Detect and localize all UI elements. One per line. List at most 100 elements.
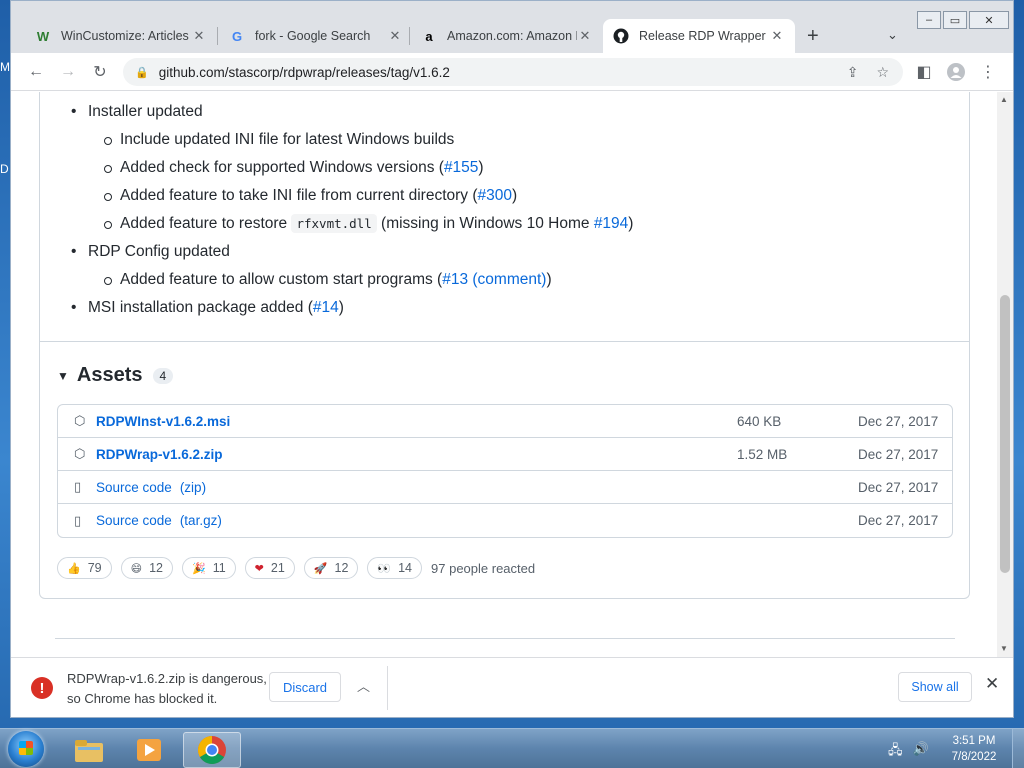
page-scrollbar[interactable]: ▲ ▼ xyxy=(997,92,1013,657)
volume-icon[interactable]: 🔊 xyxy=(913,741,929,763)
network-icon[interactable]: 🖧 xyxy=(888,741,903,763)
chevron-up-icon[interactable]: ︿ xyxy=(357,676,370,695)
section-divider xyxy=(55,638,955,639)
forward-arrow-icon[interactable]: → xyxy=(57,61,79,83)
tab-rdp-wrapper[interactable]: Release RDP Wrapper Li ✕ xyxy=(603,19,795,53)
close-tab-icon[interactable]: ✕ xyxy=(191,28,207,44)
asset-size: 640 KB xyxy=(737,413,782,429)
profile-avatar-icon[interactable] xyxy=(945,61,967,83)
tab-title: Release RDP Wrapper Li xyxy=(639,29,769,43)
share-icon[interactable]: ⇪ xyxy=(847,64,859,81)
asset-link[interactable]: Source code xyxy=(96,513,172,528)
discard-button[interactable]: Discard xyxy=(269,672,341,702)
asset-row: ⬡ RDPWrap-v1.6.2.zip 1.52 MB Dec 27, 201… xyxy=(58,438,952,471)
comment-link[interactable]: (comment) xyxy=(472,271,546,288)
laugh-icon: 😄 xyxy=(130,562,143,575)
close-download-bar-icon[interactable]: ✕ xyxy=(985,674,999,694)
reactions-summary: 97 people reacted xyxy=(431,560,536,576)
system-tray: 🖧 🔊 xyxy=(888,741,929,763)
close-tab-icon[interactable]: ✕ xyxy=(769,28,785,44)
desktop-icon-label[interactable]: M xyxy=(0,60,10,74)
asset-date: Dec 27, 2017 xyxy=(858,446,939,462)
address-url[interactable]: github.com/stascorp/rdpwrap/releases/tag… xyxy=(159,65,450,80)
reload-icon[interactable]: ↻ xyxy=(89,61,111,83)
address-bar[interactable]: 🔒 github.com/stascorp/rdpwrap/releases/t… xyxy=(123,58,903,86)
back-arrow-icon[interactable]: ← xyxy=(25,61,47,83)
scroll-up-arrow-icon[interactable]: ▲ xyxy=(1000,95,1008,104)
scroll-down-arrow-icon[interactable]: ▼ xyxy=(1000,644,1008,653)
close-tab-icon[interactable]: ✕ xyxy=(577,28,593,44)
asset-date: Dec 27, 2017 xyxy=(858,413,939,429)
tab-google-search[interactable]: G fork - Google Search ✕ xyxy=(219,19,413,53)
taskbar-media-player[interactable] xyxy=(120,732,178,768)
scrollbar-thumb[interactable] xyxy=(1000,295,1010,573)
taskbar-explorer[interactable] xyxy=(60,732,118,768)
reaction-rocket[interactable]: 🚀 12 xyxy=(303,557,359,579)
minimize-button[interactable]: – xyxy=(917,11,941,29)
issue-link[interactable]: #194 xyxy=(594,215,628,232)
bookmark-star-icon[interactable]: ☆ xyxy=(876,64,889,81)
new-tab-button[interactable]: + xyxy=(807,25,819,48)
windows-taskbar: 🖧 🔊 3:51 PM 7/8/2022 xyxy=(0,728,1024,768)
amazon-favicon-icon: a xyxy=(425,28,433,44)
asset-row: ⬡ RDPWInst-v1.6.2.msi 640 KB Dec 27, 201… xyxy=(58,405,952,438)
list-item: Added feature to restore rfxvmt.dll (mis… xyxy=(59,210,633,238)
issue-link[interactable]: #155 xyxy=(444,159,478,176)
google-favicon-icon: G xyxy=(231,28,243,44)
issue-link[interactable]: #300 xyxy=(478,187,512,204)
asset-format-link[interactable]: (tar.gz) xyxy=(180,513,222,528)
maximize-button[interactable]: ▭ xyxy=(943,11,967,29)
show-desktop-button[interactable] xyxy=(1012,729,1024,768)
asset-date: Dec 27, 2017 xyxy=(858,513,939,528)
asset-format-link[interactable]: (zip) xyxy=(180,480,206,495)
tab-wincustomize[interactable]: W WinCustomize: Articles ✕ xyxy=(25,19,217,53)
asset-size: 1.52 MB xyxy=(737,446,788,462)
close-tab-icon[interactable]: ✕ xyxy=(387,28,403,44)
chrome-menu-icon[interactable]: ⋮ xyxy=(977,61,999,83)
tab-title: fork - Google Search xyxy=(255,29,371,43)
start-button[interactable] xyxy=(8,731,44,767)
asset-row: ▯ Source code (zip) Dec 27, 2017 xyxy=(58,471,952,504)
tab-amazon[interactable]: a Amazon.com: Amazon E ✕ xyxy=(411,19,603,53)
reaction-eyes[interactable]: 👀 14 xyxy=(367,557,423,579)
reaction-heart[interactable]: ❤ 21 xyxy=(244,557,295,579)
chrome-window: W WinCustomize: Articles ✕ G fork - Goog… xyxy=(10,0,1014,718)
assets-list: ⬡ RDPWInst-v1.6.2.msi 640 KB Dec 27, 201… xyxy=(57,404,953,538)
assets-count-badge: 4 xyxy=(152,367,174,384)
issue-link[interactable]: #14 xyxy=(313,299,339,316)
asset-date: Dec 27, 2017 xyxy=(858,479,939,495)
package-icon: ⬡ xyxy=(74,446,86,461)
asset-link[interactable]: Source code xyxy=(96,480,172,495)
reaction-hooray[interactable]: 🎉 11 xyxy=(181,557,236,579)
chrome-logo-icon xyxy=(198,736,226,764)
inline-code: rfxvmt.dll xyxy=(291,214,377,233)
assets-toggle[interactable]: ▼ Assets 4 xyxy=(57,364,174,387)
issue-link[interactable]: #13 xyxy=(442,271,468,288)
asset-link[interactable]: RDPWrap-v1.6.2.zip xyxy=(96,447,223,462)
wincustomize-favicon-icon: W xyxy=(36,28,50,44)
taskbar-clock[interactable]: 3:51 PM 7/8/2022 xyxy=(946,733,1002,765)
asset-link[interactable]: RDPWInst-v1.6.2.msi xyxy=(96,414,230,429)
close-window-button[interactable]: ✕ xyxy=(969,11,1009,29)
file-zip-icon: ▯ xyxy=(74,512,82,528)
taskbar-chrome[interactable] xyxy=(183,732,241,768)
media-player-icon xyxy=(137,739,161,761)
package-icon: ⬡ xyxy=(74,413,86,428)
tab-title: WinCustomize: Articles xyxy=(61,29,189,43)
list-item: RDP Config updated xyxy=(59,238,633,266)
desktop-icon-label[interactable]: D xyxy=(0,162,9,176)
hooray-icon: 🎉 xyxy=(191,562,206,575)
list-item: Added feature to allow custom start prog… xyxy=(59,266,633,294)
tab-search-chevron-icon[interactable]: ⌄ xyxy=(887,27,898,43)
side-panel-icon[interactable]: ◧ xyxy=(913,61,935,83)
show-all-button[interactable]: Show all xyxy=(898,672,972,702)
reaction-laugh[interactable]: 😄 12 xyxy=(120,557,173,579)
list-item: MSI installation package added (#14) xyxy=(59,294,633,322)
assets-heading: Assets xyxy=(76,364,143,386)
tab-title: Amazon.com: Amazon E xyxy=(447,29,577,43)
download-warning-text: RDPWrap-v1.6.2.zip is dangerous, so Chro… xyxy=(67,671,267,706)
reaction-thumbs-up[interactable]: 👍 79 xyxy=(57,557,112,579)
heart-icon: ❤ xyxy=(254,562,264,575)
caret-down-icon: ▼ xyxy=(57,368,69,383)
section-divider xyxy=(39,341,970,342)
